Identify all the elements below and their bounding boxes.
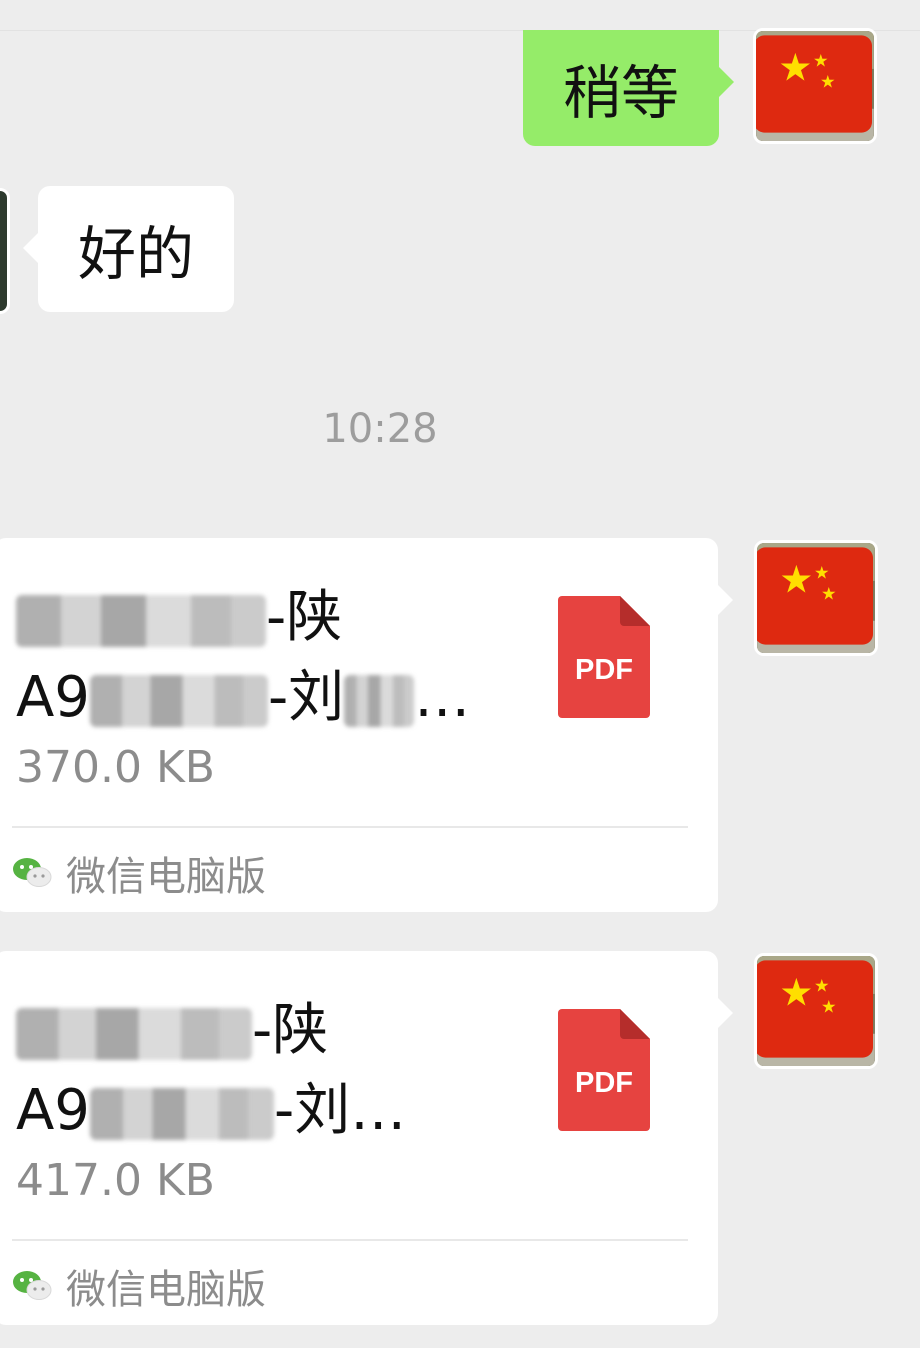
svg-text:★: ★: [813, 52, 829, 72]
svg-text:★: ★: [814, 564, 830, 584]
card-divider: [12, 1239, 688, 1241]
redacted-text: [89, 1087, 274, 1140]
contact-avatar[interactable]: [0, 188, 10, 314]
incoming-message-bubble[interactable]: 好的: [23, 186, 234, 312]
redacted-text: [16, 594, 266, 647]
file-size: 417.0 KB: [16, 1155, 215, 1206]
china-flag-icon: ★ ★ ★: [756, 35, 872, 133]
svg-text:★: ★: [821, 584, 837, 604]
file-size: 370.0 KB: [16, 742, 215, 793]
svg-text:★: ★: [821, 997, 837, 1017]
svg-text:★: ★: [779, 559, 813, 603]
my-avatar[interactable]: ★ ★ ★: [754, 953, 878, 1069]
card-divider: [12, 826, 688, 828]
redacted-text: [89, 674, 268, 727]
message-text: 稍等: [562, 59, 679, 127]
file-source: 微信电脑版: [12, 1251, 266, 1321]
redacted-text: [16, 1007, 252, 1060]
source-label: 微信电脑版: [66, 1267, 266, 1313]
pdf-file-icon: PDF: [558, 1009, 650, 1131]
svg-text:★: ★: [820, 72, 836, 92]
file-message-card[interactable]: -陕 A9 -刘… PDF 417.0 KB 微信电脑版: [0, 951, 733, 1325]
file-source: 微信电脑版: [12, 838, 266, 908]
message-text: 好的: [77, 220, 194, 288]
wechat-logo-icon: [13, 1271, 52, 1300]
my-avatar[interactable]: ★ ★ ★: [753, 28, 877, 144]
pdf-label: PDF: [575, 1067, 633, 1099]
wechat-logo-icon: [13, 858, 52, 887]
pdf-label: PDF: [575, 654, 633, 686]
pdf-file-icon: PDF: [558, 596, 650, 718]
file-name: -陕 A9 -刘…: [16, 585, 471, 730]
svg-text:★: ★: [778, 47, 812, 91]
redacted-text: [344, 674, 415, 727]
source-label: 微信电脑版: [66, 854, 266, 900]
china-flag-icon: ★ ★ ★: [757, 960, 873, 1058]
file-name: -陕 A9 -刘…: [16, 998, 407, 1143]
message-timestamp: 10:28: [322, 406, 438, 452]
outgoing-message-bubble[interactable]: 稍等: [523, 30, 734, 146]
my-avatar[interactable]: ★ ★ ★: [754, 540, 878, 656]
chat-window: 稍等 ★ ★ ★ 好的 10:28 -陕 A9 -刘… PDF 370.0 KB…: [0, 0, 920, 1348]
file-message-card[interactable]: -陕 A9 -刘… PDF 370.0 KB 微信电脑版: [0, 538, 733, 912]
china-flag-icon: ★ ★ ★: [757, 547, 873, 645]
svg-text:★: ★: [779, 972, 813, 1016]
svg-text:★: ★: [814, 977, 830, 997]
